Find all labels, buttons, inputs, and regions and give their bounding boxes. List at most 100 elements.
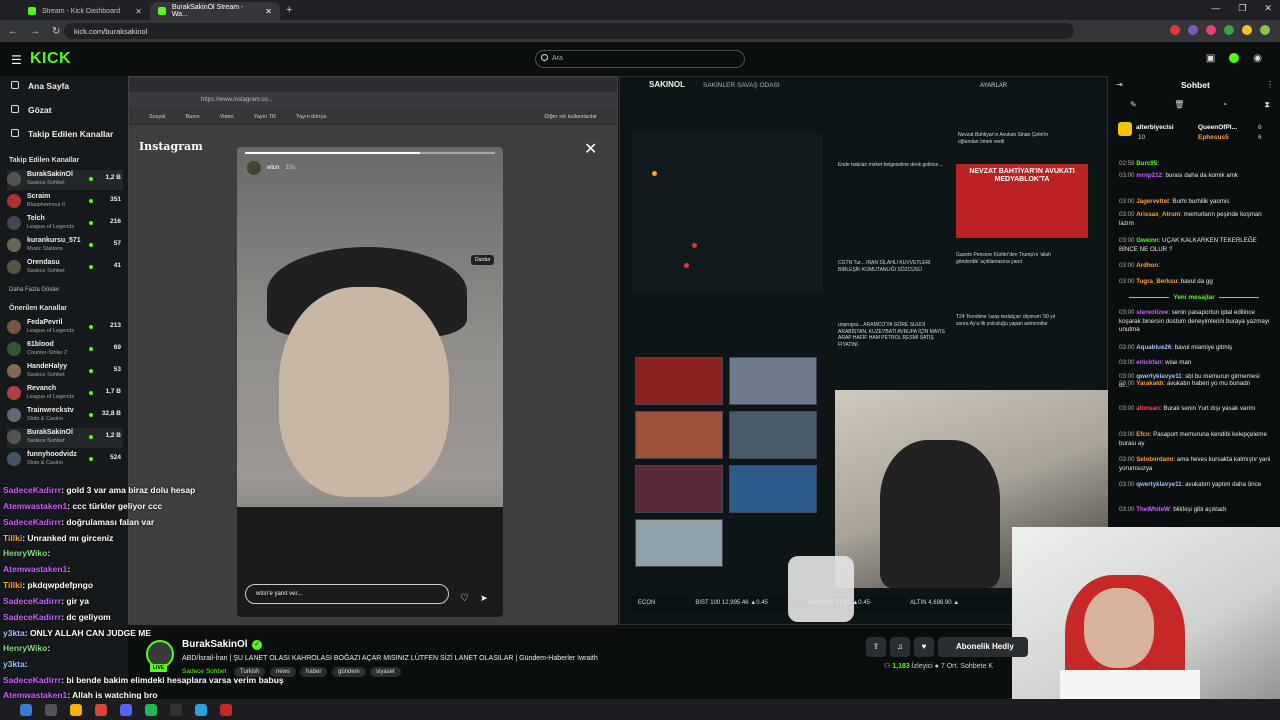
sidebar-channel[interactable]: 61blood Counter-Strike 2 69 bbox=[7, 340, 123, 360]
notification-bell-button[interactable]: ♫ bbox=[890, 637, 910, 657]
search-input[interactable]: Ara bbox=[535, 50, 745, 68]
stream-tag[interactable]: siyaset bbox=[370, 667, 401, 677]
avatar bbox=[7, 452, 21, 466]
avatar bbox=[7, 320, 21, 334]
chat-options-icon[interactable]: ⋮ bbox=[1266, 80, 1274, 89]
back-icon[interactable]: ← bbox=[8, 26, 18, 37]
chat-username[interactable]: Gweinn bbox=[1136, 237, 1158, 244]
sidebar-channel[interactable]: BurakSakinOl Sadece Sohbet 1,2 B bbox=[7, 170, 123, 190]
show-more-link[interactable]: Daha Fazla Göster bbox=[9, 287, 59, 293]
chat-username[interactable]: erlickfan bbox=[1136, 359, 1161, 366]
gift-subscription-button[interactable]: Abonelik Hediy bbox=[938, 637, 1028, 657]
sidebar-channel[interactable]: Orendasu Sadece Sohbet 41 bbox=[7, 258, 123, 278]
kick-coin-icon[interactable] bbox=[1229, 53, 1240, 63]
chat-timestamp: 03:00 bbox=[1119, 431, 1137, 438]
extension-icon[interactable] bbox=[1242, 25, 1252, 35]
avatar bbox=[7, 216, 21, 230]
share-button[interactable]: ⇪ bbox=[866, 637, 886, 657]
reload-icon[interactable]: ↻ bbox=[52, 26, 60, 37]
inner-browser-tabs bbox=[129, 77, 617, 92]
window-controls: — ❐ ✕ bbox=[1211, 3, 1272, 14]
bookmark: Yayın TR bbox=[253, 114, 276, 120]
start-icon[interactable] bbox=[20, 703, 32, 716]
sidebar-channel[interactable]: Revanch League of Legends 1,7 B bbox=[7, 384, 123, 404]
extension-icon[interactable] bbox=[1170, 25, 1180, 35]
verified-icon: ✓ bbox=[252, 640, 262, 650]
sidebar-channel[interactable]: Trainwreckstv Slots & Casino 32,8 B bbox=[7, 406, 123, 426]
nav-following[interactable]: Takip Edilen Kanallar bbox=[11, 129, 113, 139]
sidebar-channel[interactable]: BurakSakinOl Sadece Sohbet 1,2 B bbox=[7, 428, 123, 448]
map-panel bbox=[632, 133, 822, 293]
sidebar-channel[interactable]: kurankursu_571 Music Stations 57 bbox=[7, 236, 123, 256]
obs-icon[interactable] bbox=[170, 703, 182, 716]
chat-username[interactable]: altınsarı bbox=[1136, 405, 1160, 412]
map-marker bbox=[652, 171, 657, 176]
chat-timestamp: 03:00 bbox=[1119, 481, 1137, 488]
new-tab-button[interactable]: + bbox=[286, 4, 292, 16]
app-icon[interactable] bbox=[220, 703, 232, 716]
user-menu-icon[interactable]: ◉ bbox=[1253, 53, 1262, 64]
sidebar-channel[interactable]: Telch League of Legends 216 bbox=[7, 214, 123, 234]
stream-category[interactable]: Sadece Sohbet bbox=[182, 668, 226, 675]
chat-username[interactable]: Selobıırdamı bbox=[1136, 456, 1173, 463]
kick-logo[interactable]: KICK bbox=[30, 50, 71, 68]
chat-username[interactable]: Efcn bbox=[1136, 431, 1149, 438]
minimize-icon[interactable]: — bbox=[1211, 3, 1220, 14]
close-window-icon[interactable]: ✕ bbox=[1264, 3, 1272, 14]
sidebar-channel[interactable]: Scraim Blasphemous II 351 bbox=[7, 192, 123, 212]
speech-icon[interactable]: ◔ bbox=[1222, 100, 1227, 110]
sidebar-channel[interactable]: funnyhoodvidz Slots & Casino 524 bbox=[7, 450, 123, 470]
stream-tag[interactable]: gündem bbox=[332, 667, 366, 677]
tv-thumbnail bbox=[729, 357, 817, 405]
profile-avatar[interactable] bbox=[1260, 25, 1270, 35]
hamburger-menu-icon[interactable]: ☰ bbox=[11, 53, 22, 67]
extension-icon[interactable] bbox=[1188, 25, 1198, 35]
pin-icon[interactable]: ✎ bbox=[1130, 100, 1137, 110]
recommended-section-title: Önerilen Kanallar bbox=[9, 305, 67, 312]
chat-username[interactable]: qwertyklavye11 bbox=[1136, 481, 1181, 488]
stream-tag[interactable]: haber bbox=[300, 667, 328, 677]
inbox-icon[interactable]: ▣ bbox=[1206, 53, 1215, 64]
nav-home[interactable]: Ana Sayfa bbox=[11, 81, 69, 91]
sidebar-channel[interactable]: FedaPevril League of Legends 213 bbox=[7, 318, 123, 338]
extension-icon[interactable] bbox=[1224, 25, 1234, 35]
chrome-icon[interactable] bbox=[95, 703, 107, 716]
avatar bbox=[7, 364, 21, 378]
chat-username[interactable]: Burc95 bbox=[1136, 160, 1157, 167]
close-tab-icon[interactable]: ✕ bbox=[265, 7, 272, 16]
chat-username[interactable]: Jagervettel bbox=[1136, 198, 1169, 205]
chat-username[interactable]: Arissax_Atrum bbox=[1136, 211, 1180, 218]
chat-username[interactable]: Tugra_Berksu bbox=[1136, 278, 1177, 285]
maximize-icon[interactable]: ❐ bbox=[1238, 3, 1246, 14]
collapse-chat-icon[interactable]: ⇥ bbox=[1116, 80, 1123, 89]
chat-toolbar: ✎ 🗑 ◔ ⧗ bbox=[1130, 100, 1270, 110]
chat-username[interactable]: qwertyklavye11 bbox=[1136, 373, 1181, 380]
news-item: unprogra... ARAMCO'YA GÖRE SUUDİ ARABİST… bbox=[838, 322, 945, 348]
address-bar[interactable]: kick.com/buraksakinol bbox=[64, 23, 1074, 39]
chat-username[interactable]: Yarakaldı bbox=[1136, 380, 1163, 387]
spotify-icon[interactable] bbox=[145, 703, 157, 716]
folder-icon[interactable] bbox=[70, 703, 82, 716]
search-icon[interactable] bbox=[45, 703, 57, 716]
close-icon: ✕ bbox=[584, 141, 598, 158]
chat-timestamp: 03:00 bbox=[1119, 237, 1137, 244]
chat-message: 03:00 mrnp212: burası daha da komik amk bbox=[1119, 172, 1271, 181]
follow-heart-button[interactable]: ♥ bbox=[914, 637, 934, 657]
streamer-name[interactable]: BurakSakinOl bbox=[182, 639, 248, 650]
sidebar-channel[interactable]: HandeHalyy Sadece Sohbet 53 bbox=[7, 362, 123, 382]
chat-username[interactable]: stereolizee bbox=[1136, 309, 1168, 316]
browser-tab-active[interactable]: BurakSakinOl Stream - Wa... ✕ bbox=[150, 2, 280, 20]
nav-browse[interactable]: Gözat bbox=[11, 105, 52, 115]
chat-username[interactable]: mrnp212 bbox=[1136, 172, 1162, 179]
browser-tab[interactable]: Stream - Kick Dashboard ✕ bbox=[20, 2, 150, 20]
telegram-icon[interactable] bbox=[195, 703, 207, 716]
discord-icon[interactable] bbox=[120, 703, 132, 716]
extension-icon[interactable] bbox=[1206, 25, 1216, 35]
chat-username[interactable]: Aquablue26 bbox=[1136, 344, 1171, 351]
chat-username[interactable]: TheWhiteW bbox=[1136, 506, 1170, 513]
forward-icon[interactable]: → bbox=[30, 26, 40, 37]
hourglass-icon[interactable]: ⧗ bbox=[1264, 100, 1270, 110]
chat-username[interactable]: Ardhon bbox=[1136, 262, 1158, 269]
close-tab-icon[interactable]: ✕ bbox=[135, 7, 142, 16]
trash-icon[interactable]: 🗑 bbox=[1174, 100, 1184, 110]
